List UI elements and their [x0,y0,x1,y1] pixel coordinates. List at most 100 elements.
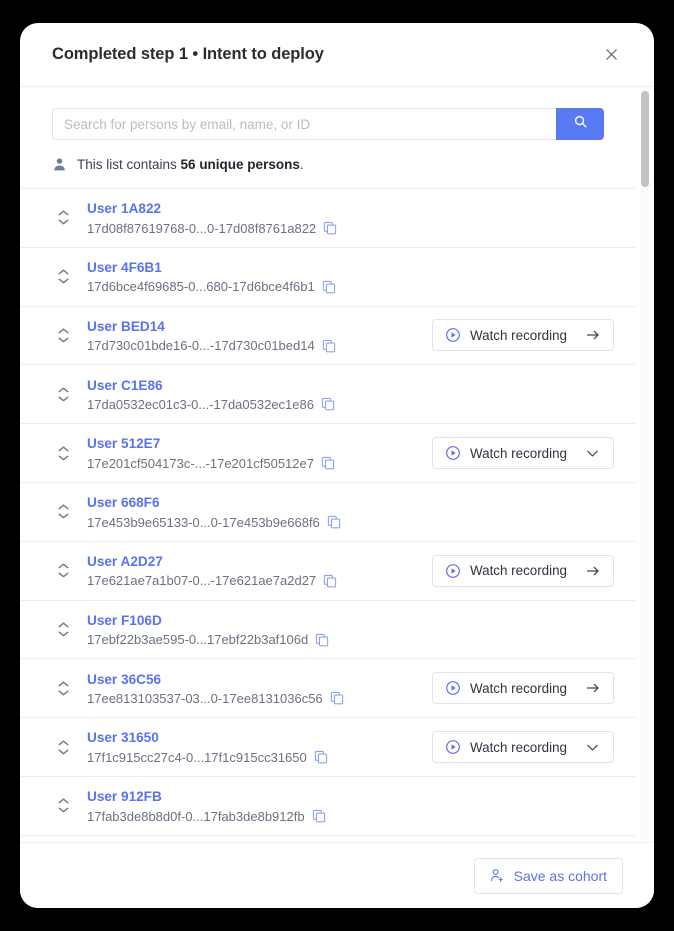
person-distinct-id: 17da0532ec01c3-0...-17da0532ec1e86 [87,397,314,412]
expand-toggle[interactable] [52,798,74,813]
search-row [52,108,604,140]
person-id-row: 17d6bce4f69685-0...680-17d6bce4f6b1 [87,279,614,294]
watch-recording-label: Watch recording [470,446,577,461]
person-name-link[interactable]: User F106D [87,612,614,630]
persons-scroll-area: This list contains 56 unique persons. Us… [20,87,654,842]
person-name-link[interactable]: User 512E7 [87,435,432,453]
watch-recording-label: Watch recording [470,328,577,343]
copy-icon[interactable] [315,633,329,647]
person-row: User 912FB 17fab3de8b8d0f-0...17fab3de8b9… [20,777,636,836]
arrow-right-icon [586,564,600,578]
person-name-link[interactable]: User 912FB [87,788,614,806]
watch-recording-button[interactable]: Watch recording [432,319,614,351]
chevron-down-icon [58,396,69,402]
person-distinct-id: 17e453b9e65133-0...0-17e453b9e668f6 [87,515,320,530]
person-distinct-id: 17fab3de8b8d0f-0...17fab3de8b912fb [87,809,305,824]
copy-icon[interactable] [322,280,336,294]
chevron-up-icon [58,798,69,804]
chevron-down-icon [58,337,69,343]
person-info: User F106D 17ebf22b3ae595-0...17ebf22b3af… [87,612,614,647]
person-info: User 512E7 17e201cf504173c-...-17e201cf50… [87,435,432,470]
chevron-down-icon [58,513,69,519]
play-circle-icon [445,680,461,696]
person-name-link[interactable]: User 1A822 [87,200,614,218]
person-distinct-id: 17e621ae7a1b07-0...-17e621ae7a2d27 [87,573,316,588]
persons-modal: Completed step 1 • Intent to deploy [20,23,654,908]
expand-toggle[interactable] [52,387,74,402]
person-id-row: 17d08f87619768-0...0-17d08f8761a822 [87,221,614,236]
watch-recording-label: Watch recording [470,740,577,755]
persons-count-text: This list contains 56 unique persons. [77,157,304,172]
person-info: User 668F6 17e453b9e65133-0...0-17e453b9e… [87,494,614,529]
app-backdrop: Completed step 1 • Intent to deploy [0,0,674,931]
copy-icon[interactable] [322,339,336,353]
chevron-up-icon [58,446,69,452]
copy-icon[interactable] [321,456,335,470]
person-info: User A2D27 17e621ae7a1b07-0...-17e621ae7a… [87,553,432,588]
person-name-link[interactable]: User BED14 [87,318,432,336]
expand-toggle[interactable] [52,210,74,225]
save-as-cohort-button[interactable]: Save as cohort [474,858,623,894]
person-distinct-id: 17f1c915cc27c4-0...17f1c915cc31650 [87,750,307,765]
person-distinct-id: 17d730c01bde16-0...-17d730c01bed14 [87,338,315,353]
person-info: User 36C56 17ee813103537-03...0-17ee81310… [87,671,432,706]
person-add-icon [490,868,505,883]
person-distinct-id: 17ebf22b3ae595-0...17ebf22b3af106d [87,632,308,647]
person-row: User 36C56 17ee813103537-03...0-17ee81310… [20,659,636,718]
search-icon [573,114,588,134]
chevron-up-icon [58,563,69,569]
scrollbar[interactable] [641,89,649,840]
search-button[interactable] [556,108,604,140]
person-row: User BED14 17d730c01bde16-0...-17d730c01b… [20,307,636,366]
person-row: User 31650 17f1c915cc27c4-0...17f1c915cc3… [20,718,636,777]
expand-toggle[interactable] [52,563,74,578]
expand-toggle[interactable] [52,269,74,284]
copy-icon[interactable] [314,750,328,764]
expand-toggle[interactable] [52,504,74,519]
person-distinct-id: 17d6bce4f69685-0...680-17d6bce4f6b1 [87,279,315,294]
person-id-row: 17da0532ec01c3-0...-17da0532ec1e86 [87,397,614,412]
chevron-down-icon [58,749,69,755]
person-id-row: 17e201cf504173c-...-17e201cf50512e7 [87,456,432,471]
search-input[interactable] [52,108,556,140]
person-distinct-id: 17e201cf504173c-...-17e201cf50512e7 [87,456,314,471]
watch-recording-label: Watch recording [470,563,577,578]
expand-toggle[interactable] [52,328,74,343]
expand-toggle[interactable] [52,681,74,696]
watch-recording-button[interactable]: Watch recording [432,731,614,763]
search-section [20,87,636,140]
person-name-link[interactable]: User 4F6B1 [87,259,614,277]
watch-recording-button[interactable]: Watch recording [432,555,614,587]
person-info: User 1A822 17d08f87619768-0...0-17d08f876… [87,200,614,235]
copy-icon[interactable] [321,397,335,411]
copy-icon[interactable] [323,221,337,235]
person-name-link[interactable]: User C1E86 [87,377,614,395]
count-suffix: . [300,157,304,172]
save-as-cohort-label: Save as cohort [514,868,607,884]
person-distinct-id: 17ee813103537-03...0-17ee8131036c56 [87,691,323,706]
modal-header: Completed step 1 • Intent to deploy [20,23,654,87]
expand-toggle[interactable] [52,740,74,755]
expand-toggle[interactable] [52,446,74,461]
expand-toggle[interactable] [52,622,74,637]
person-name-link[interactable]: User 36C56 [87,671,432,689]
person-info: User C1E86 17da0532ec01c3-0...-17da0532ec… [87,377,614,412]
chevron-up-icon [58,328,69,334]
person-name-link[interactable]: User 668F6 [87,494,614,512]
person-name-link[interactable]: User 31650 [87,729,432,747]
watch-recording-button[interactable]: Watch recording [432,672,614,704]
persons-list: User 1A822 17d08f87619768-0...0-17d08f876… [20,188,636,836]
watch-recording-button[interactable]: Watch recording [432,437,614,469]
arrow-right-icon [586,328,600,342]
play-circle-icon [445,327,461,343]
copy-icon[interactable] [327,515,341,529]
copy-icon[interactable] [323,574,337,588]
chevron-down-icon [586,741,599,754]
copy-icon[interactable] [312,809,326,823]
person-name-link[interactable]: User A2D27 [87,553,432,571]
close-icon[interactable] [598,42,624,68]
chevron-down-icon [58,807,69,813]
copy-icon[interactable] [330,691,344,705]
chevron-down-icon [586,447,599,460]
scrollbar-thumb[interactable] [641,91,649,187]
